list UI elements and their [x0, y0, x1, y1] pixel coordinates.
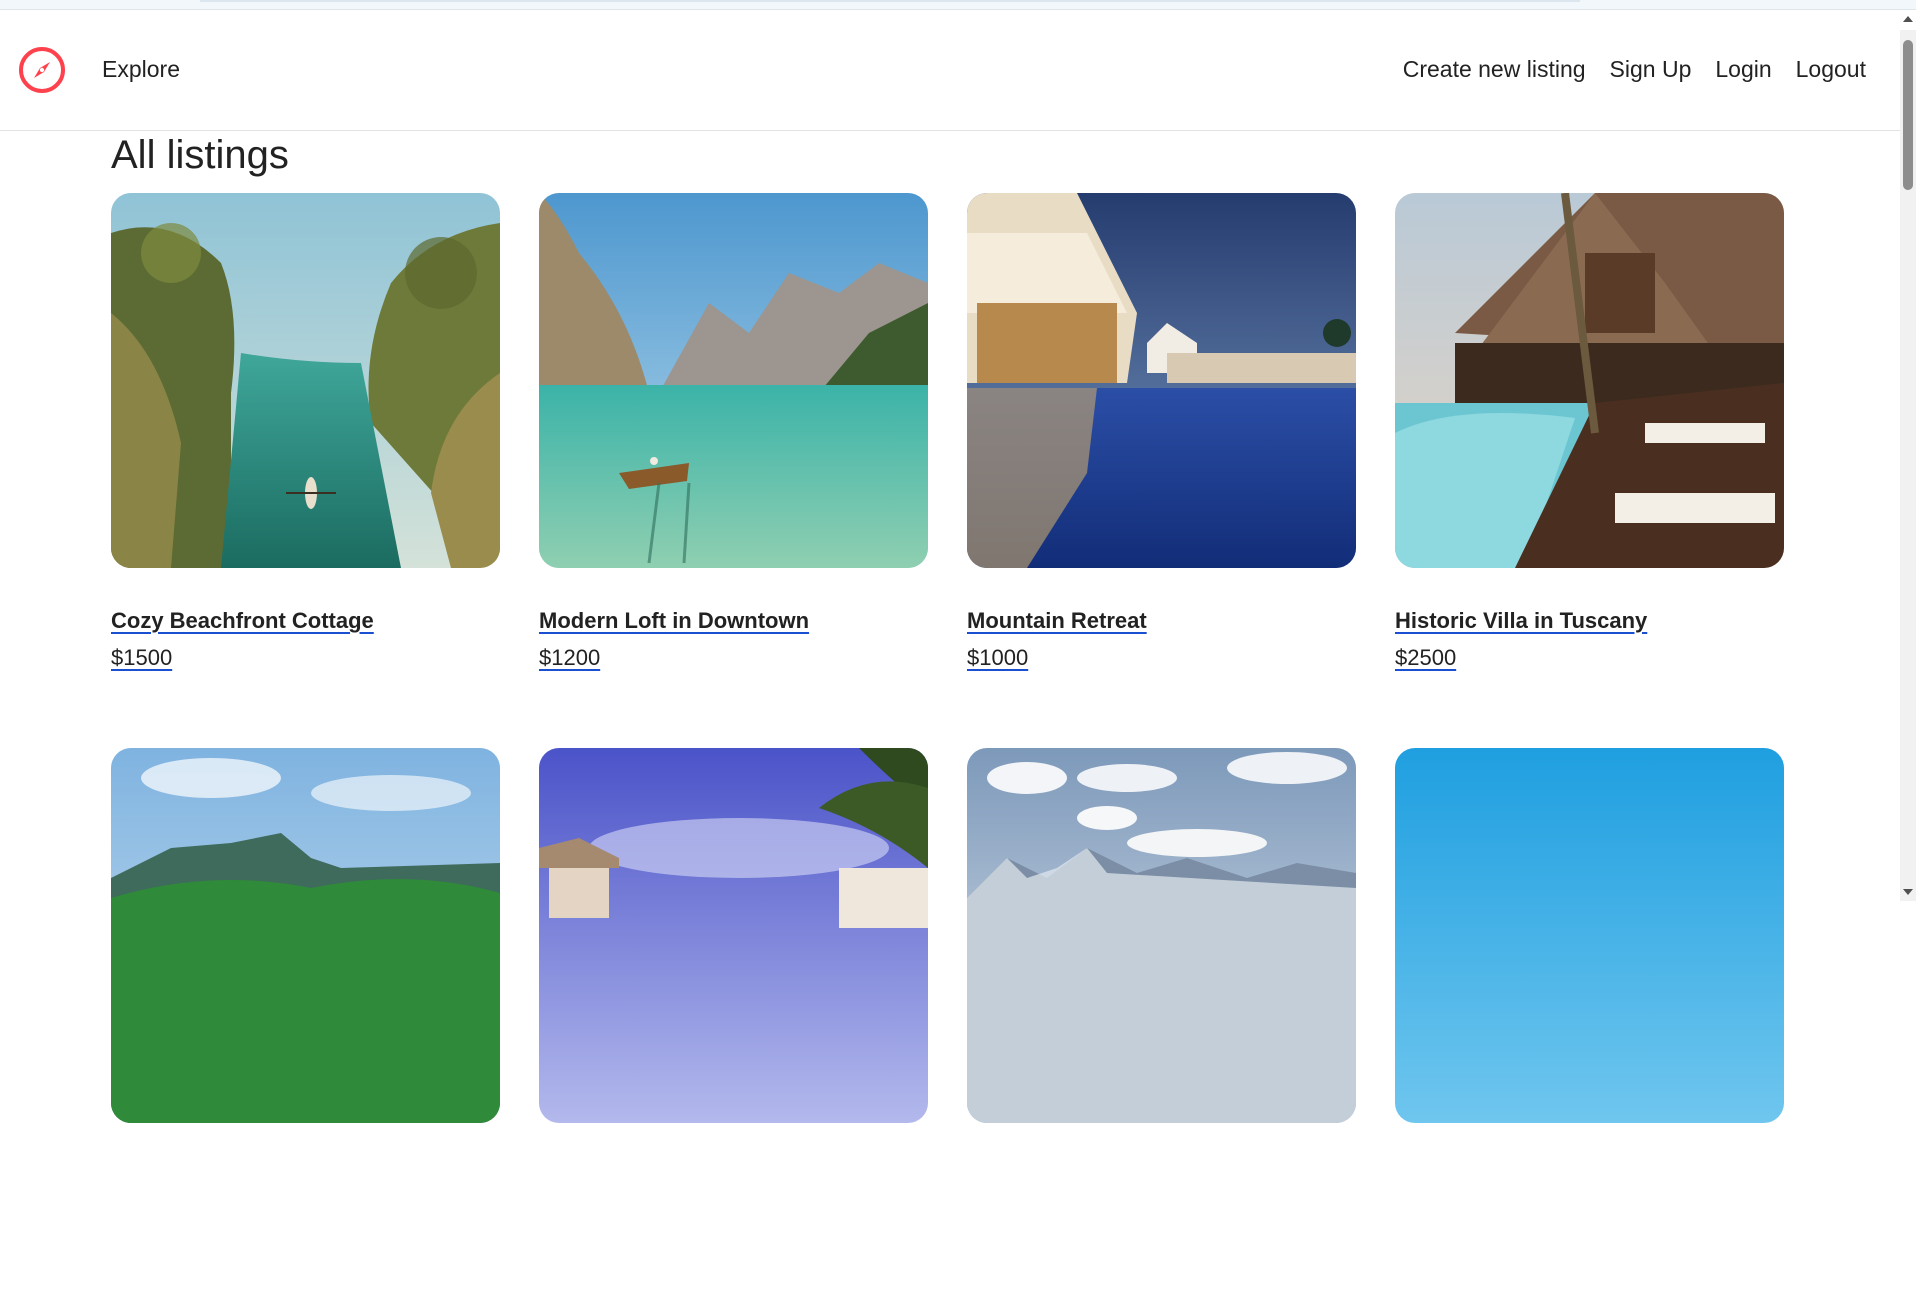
listing-image[interactable] [967, 193, 1356, 568]
signup-link[interactable]: Sign Up [1610, 56, 1692, 83]
compass-icon[interactable] [17, 45, 67, 95]
listing-card[interactable]: Historic Villa in Tuscany $2500 [1395, 193, 1784, 748]
listing-card[interactable] [967, 748, 1356, 1303]
navbar: Explore Create new listing Sign Up Login… [0, 10, 1900, 131]
listing-card[interactable] [539, 748, 928, 1303]
listing-card[interactable]: Modern Loft in Downtown $1200 [539, 193, 928, 748]
listings-grid: Cozy Beachfront Cottage $1500 Modern Lof [111, 193, 1791, 1303]
listing-card[interactable] [1395, 748, 1784, 1303]
nav-right-links: Create new listing Sign Up Login Logout [1403, 56, 1866, 83]
listing-price[interactable]: $1200 [539, 645, 600, 671]
listing-card[interactable]: Mountain Retreat $1000 [967, 193, 1356, 748]
listing-price[interactable]: $1500 [111, 645, 172, 671]
scroll-thumb[interactable] [1903, 40, 1913, 190]
listing-title[interactable]: Cozy Beachfront Cottage [111, 608, 374, 634]
listing-title[interactable]: Mountain Retreat [967, 608, 1147, 634]
listing-image[interactable] [539, 748, 928, 1123]
listing-image[interactable] [111, 748, 500, 1123]
listing-image[interactable] [1395, 193, 1784, 568]
listing-title[interactable]: Modern Loft in Downtown [539, 608, 809, 634]
scroll-down-arrow-icon[interactable] [1903, 889, 1913, 895]
top-divider [200, 0, 1580, 2]
browser-top-strip [0, 0, 1916, 10]
listing-card[interactable] [111, 748, 500, 1303]
nav-explore-link[interactable]: Explore [102, 56, 180, 83]
listing-image[interactable] [111, 193, 500, 568]
listing-image[interactable] [539, 193, 928, 568]
login-link[interactable]: Login [1715, 56, 1771, 83]
listing-price[interactable]: $2500 [1395, 645, 1456, 671]
page-heading: All listings [111, 133, 289, 177]
listing-image[interactable] [1395, 748, 1784, 1123]
logout-link[interactable]: Logout [1796, 56, 1866, 83]
listing-price[interactable]: $1000 [967, 645, 1028, 671]
listing-card[interactable]: Cozy Beachfront Cottage $1500 [111, 193, 500, 748]
page-scrollbar[interactable] [1900, 16, 1916, 901]
scroll-up-arrow-icon[interactable] [1903, 16, 1913, 22]
listing-title[interactable]: Historic Villa in Tuscany [1395, 608, 1647, 634]
listing-image[interactable] [967, 748, 1356, 1123]
create-listing-link[interactable]: Create new listing [1403, 56, 1586, 83]
